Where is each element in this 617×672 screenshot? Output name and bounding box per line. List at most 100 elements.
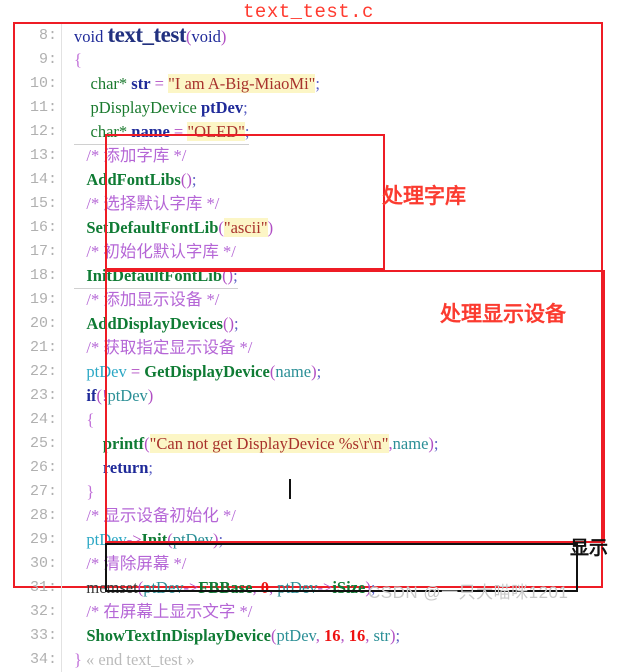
gutter-separator <box>61 264 62 288</box>
code-line-23: 23: if(!ptDev) <box>15 384 601 408</box>
gutter-separator <box>61 384 62 408</box>
line-number: 33: <box>29 627 57 644</box>
gutter-separator <box>61 432 62 456</box>
token-comma: , <box>268 578 278 597</box>
code-line-12: 12: char* name = "OLED"; <box>15 120 601 145</box>
token-paren-close: ) <box>267 218 274 237</box>
gutter-separator <box>61 360 62 384</box>
line-number: 12: <box>29 123 57 140</box>
token-operator: = <box>130 362 141 381</box>
line-number: 11: <box>29 99 57 116</box>
gutter-separator <box>61 240 62 264</box>
code-line-24: 24: { <box>15 408 601 432</box>
token-function-call: Init <box>141 530 168 549</box>
code-line-15: 15: /* 选择默认字库 */ <box>15 192 601 216</box>
watermark-text: CSDN @一只大喵咪1201 <box>368 583 569 602</box>
annotation-label-show-text: 显示 <box>570 538 609 559</box>
token-semicolon: ; <box>244 121 250 141</box>
code-line-13: 13: /* 添加字库 */ <box>15 144 601 168</box>
line-number: 21: <box>29 339 57 356</box>
token-semicolon: ; <box>233 314 239 333</box>
gutter-separator <box>61 408 62 432</box>
token-argument: ptDev <box>172 530 214 549</box>
line-number: 34: <box>29 651 57 668</box>
token-argument: ptDev <box>143 578 184 597</box>
token-function-call: printf <box>102 434 145 453</box>
code-line-content: ptDev = GetDisplayDevice(name); <box>74 360 321 384</box>
code-line-content: /* 选择默认字库 */ <box>74 192 219 216</box>
line-number: 32: <box>29 603 57 620</box>
token-semicolon: ; <box>233 265 238 285</box>
token-function-call: memset <box>86 578 138 597</box>
code-line-14: 14: AddFontLibs(); <box>15 168 601 192</box>
token-arrow: -> <box>126 530 142 549</box>
token-variable: str <box>131 74 151 93</box>
token-semicolon: ; <box>148 458 153 477</box>
gutter-separator <box>61 552 62 576</box>
token-comment: /* 获取指定显示设备 */ <box>86 338 253 357</box>
token-comment: /* 选择默认字库 */ <box>86 194 220 213</box>
line-number: 31: <box>29 579 57 596</box>
token-paren-close: ) <box>147 386 154 405</box>
token-operator: = <box>154 74 164 93</box>
line-number: 28: <box>29 507 57 524</box>
line-number: 26: <box>29 459 57 476</box>
token-brace: { <box>74 50 82 69</box>
token-type: char* <box>90 74 128 93</box>
token-operator: = <box>173 121 184 141</box>
code-line-content: /* 清除屏幕 */ <box>74 552 186 576</box>
gutter-separator <box>61 216 62 240</box>
code-line-content: { <box>74 408 94 432</box>
code-line-content: /* 在屏幕上显示文字 */ <box>74 600 252 624</box>
token-comment: /* 添加字库 */ <box>86 146 187 165</box>
token-brace: } <box>86 482 95 501</box>
token-comment: /* 初始化默认字库 */ <box>86 242 236 261</box>
token-comma: , <box>252 578 261 597</box>
token-semicolon: ; <box>316 362 322 381</box>
line-number: 15: <box>29 195 57 212</box>
code-line-29: 29: ptDev->Init(ptDev); <box>15 528 601 552</box>
token-string-literal: "Can not get DisplayDevice %s\r\n" <box>149 434 389 453</box>
code-line-34: 34: } « end text_test » <box>15 648 601 672</box>
code-line-8: 8: void text_test(void) <box>15 22 601 48</box>
code-line-content: SetDefaultFontLib("ascii") <box>74 216 273 240</box>
token-number: 16 <box>323 626 341 645</box>
token-brace: { <box>86 410 95 429</box>
code-line-28: 28: /* 显示设备初始化 */ <box>15 504 601 528</box>
token-string-literal: "ascii" <box>223 218 268 237</box>
token-paren-close: ) <box>220 27 227 46</box>
code-line-content: AddDisplayDevices(); <box>74 312 239 336</box>
line-number: 30: <box>29 555 57 572</box>
line-number: 27: <box>29 483 57 500</box>
token-function-call: InitDefaultFontLib <box>86 265 223 285</box>
token-keyword-return: return <box>102 458 149 477</box>
code-line-content: { <box>74 48 82 72</box>
token-comma: , <box>365 626 374 645</box>
gutter-separator <box>61 144 62 168</box>
code-line-content: /* 获取指定显示设备 */ <box>74 336 252 360</box>
code-line-content: pDisplayDevice ptDev; <box>74 96 248 120</box>
code-line-22: 22: ptDev = GetDisplayDevice(name); <box>15 360 601 384</box>
code-line-content: } <box>74 480 94 504</box>
gutter-separator <box>61 480 62 504</box>
code-line-33: 33: ShowTextInDisplayDevice(ptDev, 16, 1… <box>15 624 601 648</box>
gutter-separator <box>61 456 62 480</box>
line-number: 25: <box>29 435 57 452</box>
token-comment: /* 在屏幕上显示文字 */ <box>86 602 253 621</box>
token-semicolon: ; <box>191 170 197 189</box>
token-comma: , <box>340 626 349 645</box>
gutter-separator <box>61 528 62 552</box>
gutter-separator <box>61 648 62 672</box>
code-line-16: 16: SetDefaultFontLib("ascii") <box>15 216 601 240</box>
token-variable: ptDev <box>86 362 127 381</box>
code-line-content: ShowTextInDisplayDevice(ptDev, 16, 16, s… <box>74 624 400 648</box>
line-number: 14: <box>29 171 57 188</box>
gutter-separator <box>61 96 62 120</box>
gutter-separator <box>61 120 62 144</box>
token-function-name: text_test <box>107 22 186 47</box>
code-line-content: return; <box>74 456 153 480</box>
token-keyword-void: void <box>74 27 104 46</box>
annotation-label-font-library: 处理字库 <box>382 185 466 208</box>
token-comment: /* 显示设备初始化 */ <box>86 506 236 525</box>
token-type: pDisplayDevice <box>90 98 197 117</box>
